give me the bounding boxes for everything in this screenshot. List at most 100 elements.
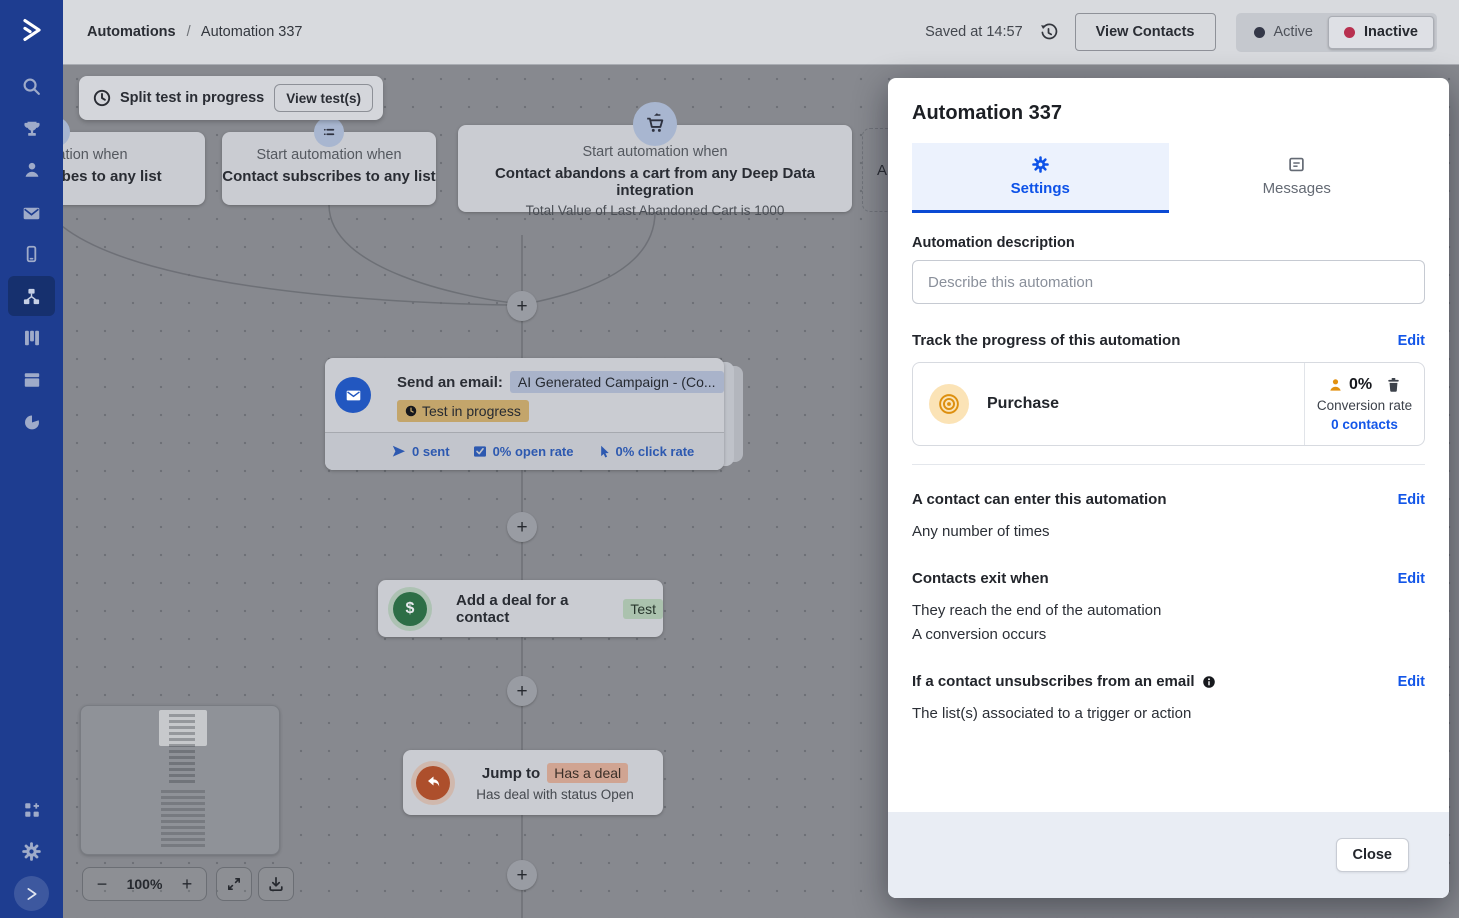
sent-stat-link[interactable]: 0 sent [392,444,450,459]
view-tests-button[interactable]: View test(s) [274,84,373,112]
email-envelope-icon [335,377,371,413]
sidebar-item-settings[interactable] [8,831,55,871]
goal-contacts-link[interactable]: 0 contacts [1331,417,1398,432]
expand-icon [227,877,240,890]
sidebar-item-contacts[interactable] [8,150,55,190]
sidebar-item-reports[interactable] [8,402,55,442]
start-node-condition: Total Value of Last Abandoned Cart is 10… [525,203,785,218]
start-node-abandoned-cart[interactable]: Start automation when Contact abandons a… [458,102,852,218]
contact-icon [25,162,38,177]
logo-chevron-icon [23,19,41,41]
sent-stat-label: 0 sent [412,444,450,459]
revision-history-button[interactable] [1037,20,1061,44]
add-step-button-4[interactable]: + [507,860,537,890]
test-in-progress-label: Test in progress [422,403,521,419]
search-icon [23,78,40,95]
start-node-line1: Start automation when [63,147,128,163]
download-button[interactable] [258,867,294,901]
close-button[interactable]: Close [1335,838,1409,872]
breadcrumb-automations-link[interactable]: Automations [87,24,176,40]
active-status-dot [1253,26,1265,38]
add-step-button-2[interactable]: + [507,512,537,542]
abandoned-cart-icon [633,102,677,146]
start-node-line2: Contact subscribes to any list [222,168,436,185]
jump-to-node[interactable]: Jump to Has a deal Has deal with status … [403,750,663,815]
sidebar-item-pipelines[interactable] [8,318,55,358]
tab-settings-label: Settings [1010,180,1070,197]
history-icon [1041,23,1058,39]
forms-icon [24,373,39,387]
deal-icon-halo: $ [388,586,432,631]
click-rate-stat-link[interactable]: 0% click rate [597,444,694,459]
view-contacts-button[interactable]: View Contacts [1074,13,1216,51]
add-step-button-1[interactable]: + [507,291,537,321]
description-label: Automation description [912,235,1075,251]
message-note-icon [1289,157,1304,172]
top-header: Automations / Automation 337 Saved at 14… [63,0,1459,65]
section-line: A conversion occurs [912,626,1047,643]
sidebar-item-mobile[interactable] [8,234,55,274]
delete-goal-button[interactable] [1386,377,1401,393]
minimap-flow-preview [161,790,205,850]
tab-messages[interactable]: Messages [1169,143,1426,213]
toggle-active-option[interactable]: Active [1239,16,1329,49]
goal-card: Purchase 0% Conversion rate 0 contacts [912,362,1425,446]
profile-avatar[interactable] [14,876,49,911]
section-divider [912,464,1425,465]
campaign-name-chip: AI Generated Campaign - (Co... [509,371,724,393]
add-step-button-3[interactable]: + [507,676,537,706]
panel-footer: Close [888,812,1449,898]
sidebar-item-forms[interactable] [8,360,55,400]
jump-node-subtitle: Has deal with status Open [476,787,634,802]
info-icon [1202,675,1215,688]
fit-to-screen-button[interactable] [216,867,252,901]
canvas-minimap[interactable] [80,705,280,855]
add-deal-node[interactable]: $ Add a deal for a contact Test [378,580,663,637]
track-edit-link[interactable]: Edit [1398,333,1425,349]
gear-icon [1031,156,1049,173]
start-node-subscribes-2[interactable]: Start automation when Contact subscribes… [222,117,436,205]
jump-arrow-icon [416,765,450,800]
section-title: A contact can enter this automation [912,491,1167,508]
apps-add-icon [24,803,39,817]
activecampaign-logo[interactable] [15,13,49,47]
send-email-node[interactable]: Send an email: AI Generated Campaign - (… [325,358,724,470]
test-in-progress-chip: Test in progress [397,400,529,422]
open-rate-stat-link[interactable]: 0% open rate [473,444,574,459]
tab-settings[interactable]: Settings [912,143,1169,213]
click-rate-icon [600,445,609,457]
section-contact-entry: A contact can enter this automation Edit… [912,491,1425,544]
inactive-status-dot [1344,26,1355,38]
section-edit-link[interactable]: Edit [1398,492,1425,508]
section-edit-link[interactable]: Edit [1398,674,1425,690]
split-test-banner: Split test in progress View test(s) [79,76,383,120]
breadcrumb-separator: / [186,24,191,40]
goal-name: Purchase [987,395,1060,412]
inactive-label: Inactive [1364,24,1418,40]
zoom-out-button[interactable]: − [83,868,121,900]
breadcrumb: Automations / Automation 337 [87,24,302,40]
start-node-line2: Contact abandons a cart from any Deep Da… [494,165,816,199]
description-input[interactable] [912,260,1425,304]
tab-messages-label: Messages [1262,180,1331,197]
zoom-controls: − 100% + [82,867,207,901]
sidebar-item-campaigns[interactable] [8,193,55,233]
zoom-in-button[interactable]: + [168,868,206,900]
sidebar-item-automations[interactable] [8,276,55,316]
jump-target-chip: Has a deal [547,763,629,783]
sidebar-item-search[interactable] [8,66,55,106]
zoom-level: 100% [126,876,163,892]
breadcrumb-current: Automation 337 [200,24,303,40]
sidebar-item-apps[interactable] [8,790,55,830]
start-node-line1: Start automation when [582,144,728,160]
section-line: The list(s) associated to a trigger or a… [912,705,1192,722]
start-node-subscribes-1[interactable]: Start automation when Contact subscribes… [63,117,205,205]
trash-icon [1388,377,1399,392]
panel-title: Automation 337 [912,102,1063,124]
active-label: Active [1273,24,1314,40]
conversion-rate-value: 0% [1348,376,1373,393]
sidebar-item-goals[interactable] [8,109,55,149]
hidden-node-text: A [877,161,888,179]
toggle-inactive-option[interactable]: Inactive [1328,15,1434,49]
section-edit-link[interactable]: Edit [1398,571,1425,587]
